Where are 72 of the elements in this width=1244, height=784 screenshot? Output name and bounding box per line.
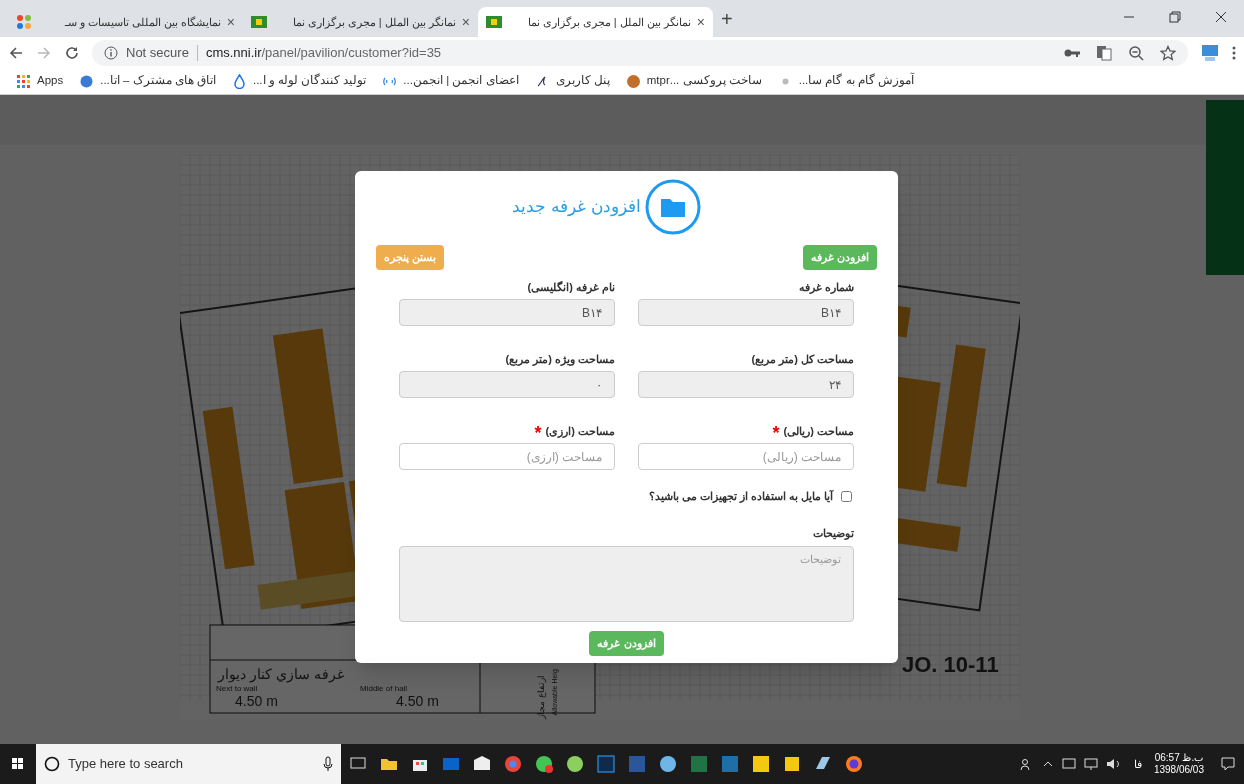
input-field[interactable]: مساحت (ارزی) [399, 443, 615, 470]
close-tab-icon[interactable]: × [696, 11, 705, 33]
monitor-icon[interactable] [1083, 757, 1098, 771]
close-tab-icon[interactable]: × [461, 11, 470, 33]
translate-icon[interactable] [1096, 44, 1112, 61]
required-mark: * [772, 424, 780, 442]
extension-icon[interactable] [1200, 42, 1220, 63]
browser-tab[interactable]: نمایشگاه بین المللی تاسیسات و سـ × [8, 7, 243, 37]
field-label: مساحت (ارزی) [545, 423, 615, 440]
script-letter-icon [536, 75, 546, 87]
apps-grid-icon [17, 74, 30, 88]
bookmark-link[interactable]: اعضای انجمن | انجمن... [382, 72, 519, 90]
info-icon [104, 45, 118, 60]
star-icon[interactable] [1160, 44, 1176, 61]
tab-title: نمایشگاه بین المللی تاسیسات و سـ [63, 14, 221, 31]
field-label: شماره غرفه [798, 279, 854, 296]
legend-title: غرفه سازي کنار ديوار [218, 665, 344, 685]
speaker-icon[interactable] [1105, 757, 1122, 771]
fox-browser-icon[interactable] [843, 753, 865, 775]
bookmark-link[interactable]: اتاق های مشترک – اتا... [79, 72, 216, 90]
drop-icon [234, 73, 245, 89]
bookmark-link[interactable]: تولید کنندگان لوله و ا... [232, 72, 367, 90]
required-mark: * [534, 424, 542, 442]
modal-title: افزودن غرفه جدید [512, 196, 641, 219]
chat-bubble-icon[interactable] [533, 753, 555, 775]
flag-icon [251, 16, 267, 28]
legend-value: 4.50 m [235, 692, 278, 711]
flag-icon [486, 16, 502, 28]
bookmark-link[interactable]: Apps [16, 72, 64, 90]
chat-bubble-icon[interactable] [564, 753, 586, 775]
back-arrow-icon[interactable] [8, 44, 24, 61]
microphone-icon [323, 756, 333, 772]
notification-icon[interactable] [1220, 756, 1236, 772]
tab-title: نمانگر بین الملل | مجری برگزاری نما [291, 14, 456, 31]
hall-number: JO. 10-11 [902, 651, 999, 679]
clock-date: 1398/06/03 [1153, 764, 1204, 777]
legend-height-label: ارتفاع مجاز [534, 675, 548, 719]
legend-label: Next to wall [216, 683, 258, 695]
search-placeholder: Type here to search [68, 755, 183, 774]
field-label: توضیحات [812, 525, 854, 541]
new-tab-button[interactable]: + [721, 3, 733, 34]
checkbox-label: آیا مایل به استفاده از تجهیزات می باشید؟ [648, 489, 833, 505]
language-indicator[interactable]: فا [1133, 755, 1142, 773]
browser-tab[interactable]: نمانگر بین الملل | مجری برگزاری نما × [243, 7, 478, 37]
url-text: cms.nni.ir/panel/pavilion/customer?id=35 [205, 43, 442, 62]
more-menu-icon[interactable] [1232, 44, 1236, 61]
field-label: نام غرفه (انگلیسی) [527, 279, 615, 296]
security-label: Not secure [126, 43, 189, 62]
legend-value: 4.50 m [396, 692, 439, 711]
address-bar[interactable]: Not secure cms.nni.ir/panel/pavilion/customer?id=35 [92, 39, 1188, 66]
browser-tab[interactable]: نمانگر بین الملل | مجری برگزاری نما × [478, 7, 713, 37]
field-label: مساحت (ریالی) [783, 423, 854, 440]
key-icon[interactable] [1064, 47, 1080, 58]
folder-icon [644, 179, 701, 235]
field-label: مساحت کل (متر مربع) [751, 351, 854, 368]
reload-icon[interactable] [64, 44, 80, 61]
bookmark-link[interactable]: ساخت پروکسی ...mtpr [625, 72, 762, 90]
legend-label: Middle of hall [360, 683, 408, 695]
bookmark-link[interactable]: آموزش گام به گام سا... [777, 72, 915, 90]
circle-logo-icon [626, 74, 640, 88]
taskbar-search-field[interactable]: Type here to search [36, 744, 341, 784]
close-tab-icon[interactable]: × [226, 11, 235, 33]
bookmark-link[interactable]: پنل کاربری [534, 72, 610, 90]
field-label: مساحت ویژه (متر مربع) [505, 351, 615, 368]
equipment-checkbox[interactable] [841, 490, 852, 502]
search-icon [44, 756, 60, 772]
tab-title: نمانگر بین الملل | مجری برگزاری نما [526, 14, 691, 31]
clock-time: 06:57 ب.ظ [1154, 751, 1204, 764]
input-field[interactable]: مساحت (ریالی) [638, 443, 854, 470]
browser-ball-icon[interactable] [502, 753, 524, 775]
zoom-out-icon[interactable] [1128, 44, 1144, 61]
signal-waves-icon [383, 76, 397, 86]
